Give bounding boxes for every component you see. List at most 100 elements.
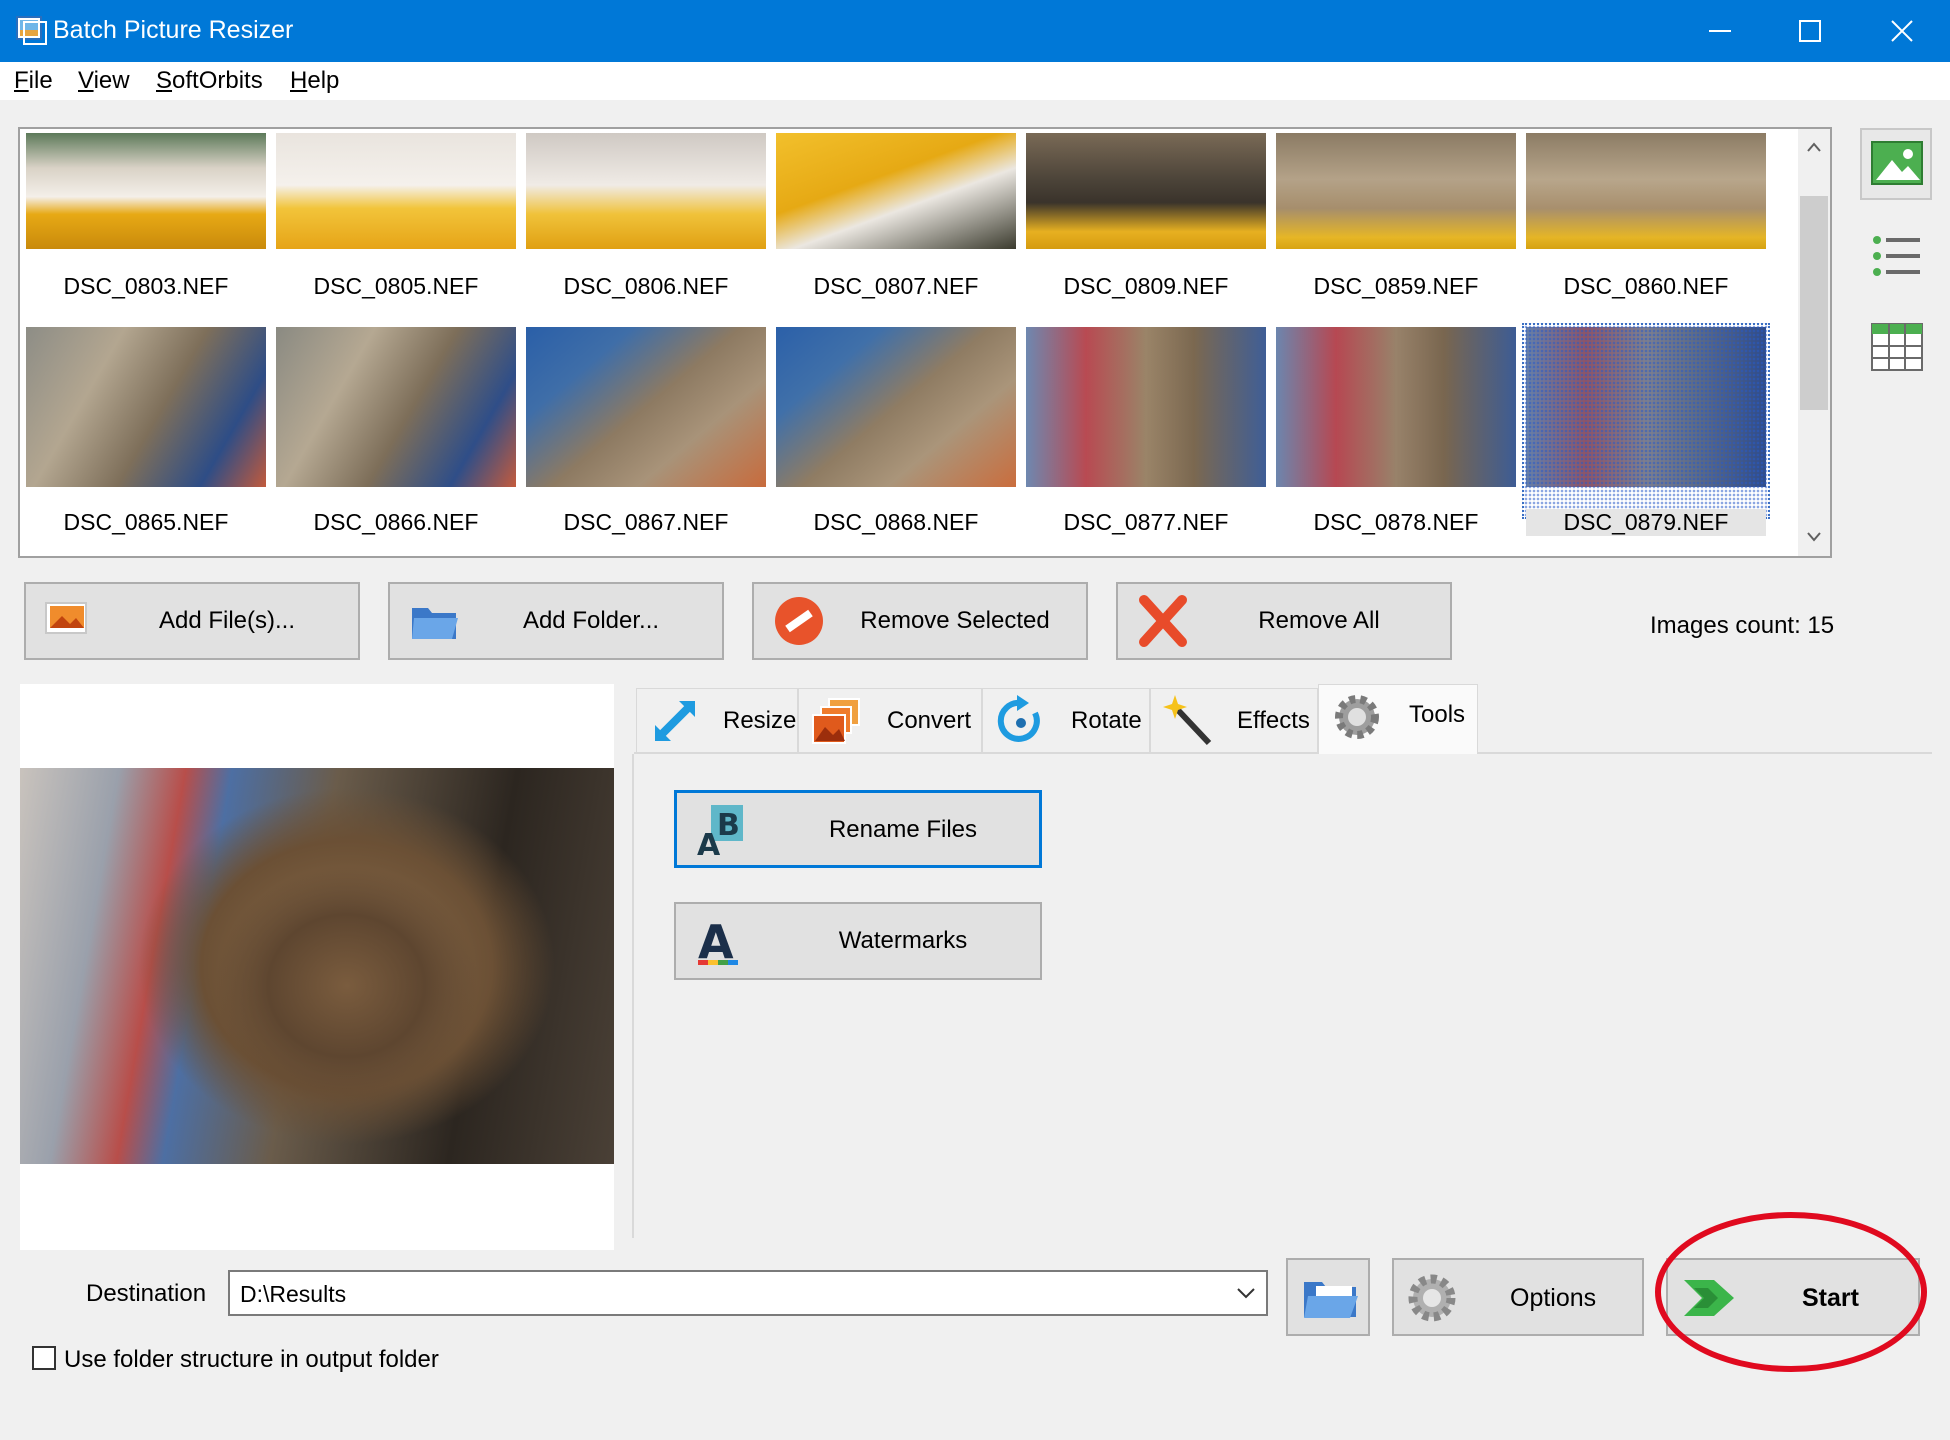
maximize-button[interactable]: [1766, 0, 1854, 62]
add-files-button[interactable]: Add File(s)...: [24, 582, 360, 660]
menu-softorbits[interactable]: SoftOrbits: [156, 67, 263, 95]
tab-resize[interactable]: Resize: [636, 688, 798, 752]
thumbnail-view-button[interactable]: [1860, 128, 1932, 200]
options-label: Options: [1510, 1284, 1597, 1312]
thumbnail-item[interactable]: DSC_0807.NEF: [776, 133, 1016, 313]
scroll-down-icon[interactable]: [1806, 531, 1822, 543]
highlight-annotation-ellipse: [1655, 1212, 1927, 1372]
folder-structure-label[interactable]: Use folder structure in output folder: [64, 1346, 439, 1374]
table-view-button[interactable]: [1860, 310, 1932, 382]
image-list[interactable]: DSC_0803.NEF DSC_0805.NEF DSC_0806.NEF D…: [18, 127, 1832, 558]
thumbnail-item[interactable]: DSC_0866.NEF: [276, 327, 516, 547]
thumbnail-image: [1276, 327, 1516, 487]
resize-icon: [655, 701, 695, 741]
thumbnail-label: DSC_0807.NEF: [813, 273, 979, 299]
thumbnail-label: DSC_0878.NEF: [1313, 509, 1479, 535]
folder-open-icon: [1304, 1282, 1358, 1318]
thumbnail-image: [276, 133, 516, 249]
thumbnail-image: [526, 133, 766, 249]
thumbnail-label: DSC_0868.NEF: [813, 509, 979, 535]
folder-icon: [412, 608, 458, 639]
list-icon: [1873, 236, 1920, 276]
destination-label: Destination: [86, 1280, 207, 1307]
gear-icon: [1408, 1274, 1456, 1322]
remove-icon: [775, 597, 823, 645]
minimize-button[interactable]: [1676, 0, 1764, 62]
add-folder-label: Add Folder...: [522, 607, 660, 634]
selection-highlight: [1522, 323, 1770, 519]
scroll-up-icon[interactable]: [1806, 141, 1822, 153]
close-button[interactable]: [1858, 0, 1946, 62]
destination-value: D:\Results: [240, 1281, 347, 1307]
preview-image: [20, 768, 614, 1164]
folder-structure-checkbox[interactable]: [32, 1346, 56, 1370]
remove-selected-button[interactable]: Remove Selected: [752, 582, 1088, 660]
thumbnail-label: DSC_0879.NEF: [1526, 509, 1766, 536]
rotate-icon: [997, 695, 1040, 742]
convert-icon: [812, 698, 860, 744]
thumbnail-image: [526, 327, 766, 487]
add-image-icon: [45, 602, 87, 634]
svg-text:B: B: [717, 808, 740, 843]
thumbnail-item[interactable]: DSC_0803.NEF: [26, 133, 266, 313]
tab-resize-label: Resize: [723, 707, 797, 734]
menu-bar: File View SoftOrbits Help: [0, 62, 1950, 100]
maximize-icon: [1799, 20, 1821, 42]
tab-convert-label: Convert: [887, 707, 972, 734]
thumbnail-image: [776, 327, 1016, 487]
window-title: Batch Picture Resizer: [53, 16, 294, 44]
watermarks-button[interactable]: A Watermarks: [674, 902, 1042, 980]
thumbnail-item[interactable]: DSC_0868.NEF: [776, 327, 1016, 547]
thumbnail-image: [26, 327, 266, 487]
minimize-icon: [1709, 30, 1731, 32]
thumbnail-label: DSC_0865.NEF: [63, 509, 229, 535]
thumbnail-item[interactable]: DSC_0859.NEF: [1276, 133, 1516, 313]
thumbnail-label: DSC_0805.NEF: [313, 273, 479, 299]
thumbnail-label: DSC_0809.NEF: [1063, 273, 1229, 299]
thumbnail-item[interactable]: DSC_0809.NEF: [1026, 133, 1266, 313]
tab-effects[interactable]: Effects: [1150, 688, 1318, 752]
thumbnail-item[interactable]: DSC_0860.NEF: [1526, 133, 1766, 313]
title-bar: Batch Picture Resizer: [0, 0, 1950, 62]
magic-wand-icon: [1163, 695, 1212, 746]
tab-rotate[interactable]: Rotate: [982, 688, 1150, 752]
close-icon: [1891, 20, 1913, 42]
thumbnail-item[interactable]: DSC_0878.NEF: [1276, 327, 1516, 547]
thumbnail-label: DSC_0866.NEF: [313, 509, 479, 535]
thumbnail-image: [276, 327, 516, 487]
thumbnail-item[interactable]: DSC_0806.NEF: [526, 133, 766, 313]
tab-convert[interactable]: Convert: [798, 688, 982, 752]
menu-view[interactable]: View: [78, 67, 130, 95]
thumbnail-item[interactable]: DSC_0805.NEF: [276, 133, 516, 313]
scrollbar-thumb[interactable]: [1800, 196, 1828, 410]
thumbnail-item[interactable]: DSC_0867.NEF: [526, 327, 766, 547]
menu-file[interactable]: File: [14, 67, 53, 95]
rename-files-button[interactable]: B A Rename Files: [674, 790, 1042, 868]
gear-icon: [1335, 695, 1379, 739]
red-x-icon: [1139, 595, 1187, 647]
watermarks-label: Watermarks: [838, 927, 968, 954]
destination-combobox[interactable]: D:\Results: [228, 1270, 1268, 1316]
thumbnail-image: [1026, 327, 1266, 487]
app-icon: [16, 16, 47, 45]
remove-all-button[interactable]: Remove All: [1116, 582, 1452, 660]
chevron-down-icon[interactable]: [1236, 1286, 1256, 1300]
remove-all-label: Remove All: [1258, 607, 1380, 634]
tab-tools[interactable]: Tools: [1318, 684, 1478, 754]
svg-text:A: A: [697, 828, 721, 859]
menu-help[interactable]: Help: [290, 67, 339, 95]
thumbnail-item[interactable]: DSC_0865.NEF: [26, 327, 266, 547]
tab-effects-label: Effects: [1237, 707, 1310, 734]
browse-folder-button[interactable]: [1286, 1258, 1370, 1336]
options-button[interactable]: Options: [1392, 1258, 1644, 1336]
thumbnail-image: [1526, 133, 1766, 249]
add-folder-button[interactable]: Add Folder...: [388, 582, 724, 660]
add-files-label: Add File(s)...: [158, 607, 296, 634]
thumbnail-image: [1276, 133, 1516, 249]
thumbnail-label: DSC_0860.NEF: [1563, 273, 1729, 299]
thumbnail-item[interactable]: DSC_0877.NEF: [1026, 327, 1266, 547]
thumbnail-label: DSC_0867.NEF: [563, 509, 729, 535]
thumbnail-image: [776, 133, 1016, 249]
list-view-button[interactable]: [1860, 222, 1932, 294]
thumbnail-item-selected[interactable]: DSC_0879.NEF: [1522, 323, 1770, 547]
